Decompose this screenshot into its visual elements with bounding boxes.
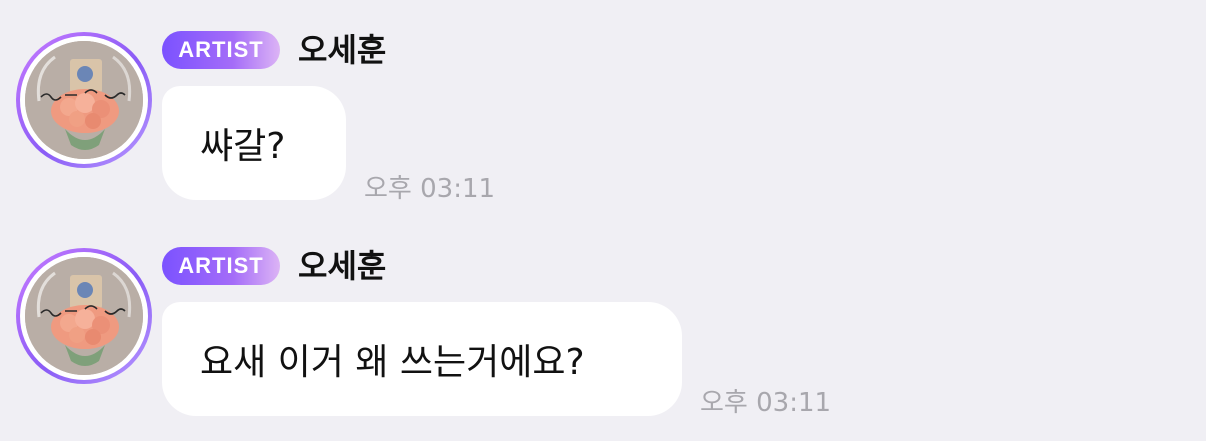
artist-badge: ARTIST — [162, 247, 280, 285]
chat-message: ARTIST 오세훈 요새 이거 왜 쓰는거에요? 오후 03:11 — [0, 215, 1206, 441]
avatar-border — [20, 252, 148, 380]
avatar[interactable] — [16, 32, 152, 168]
message-bubble[interactable]: 쌰갈? — [162, 86, 346, 200]
artist-badge: ARTIST — [162, 31, 280, 69]
message-timestamp: 오후 03:11 — [364, 174, 496, 204]
sender-name[interactable]: 오세훈 — [298, 31, 386, 69]
message-bubble[interactable]: 요새 이거 왜 쓰는거에요? — [162, 302, 682, 416]
avatar-photo-icon — [25, 41, 143, 159]
message-timestamp: 오후 03:11 — [700, 388, 832, 418]
sender-name[interactable]: 오세훈 — [298, 247, 386, 285]
chat-message: ARTIST 오세훈 쌰갈? 오후 03:11 — [0, 0, 1206, 215]
avatar-border — [20, 36, 148, 164]
avatar[interactable] — [16, 248, 152, 384]
avatar-photo-icon — [25, 257, 143, 375]
